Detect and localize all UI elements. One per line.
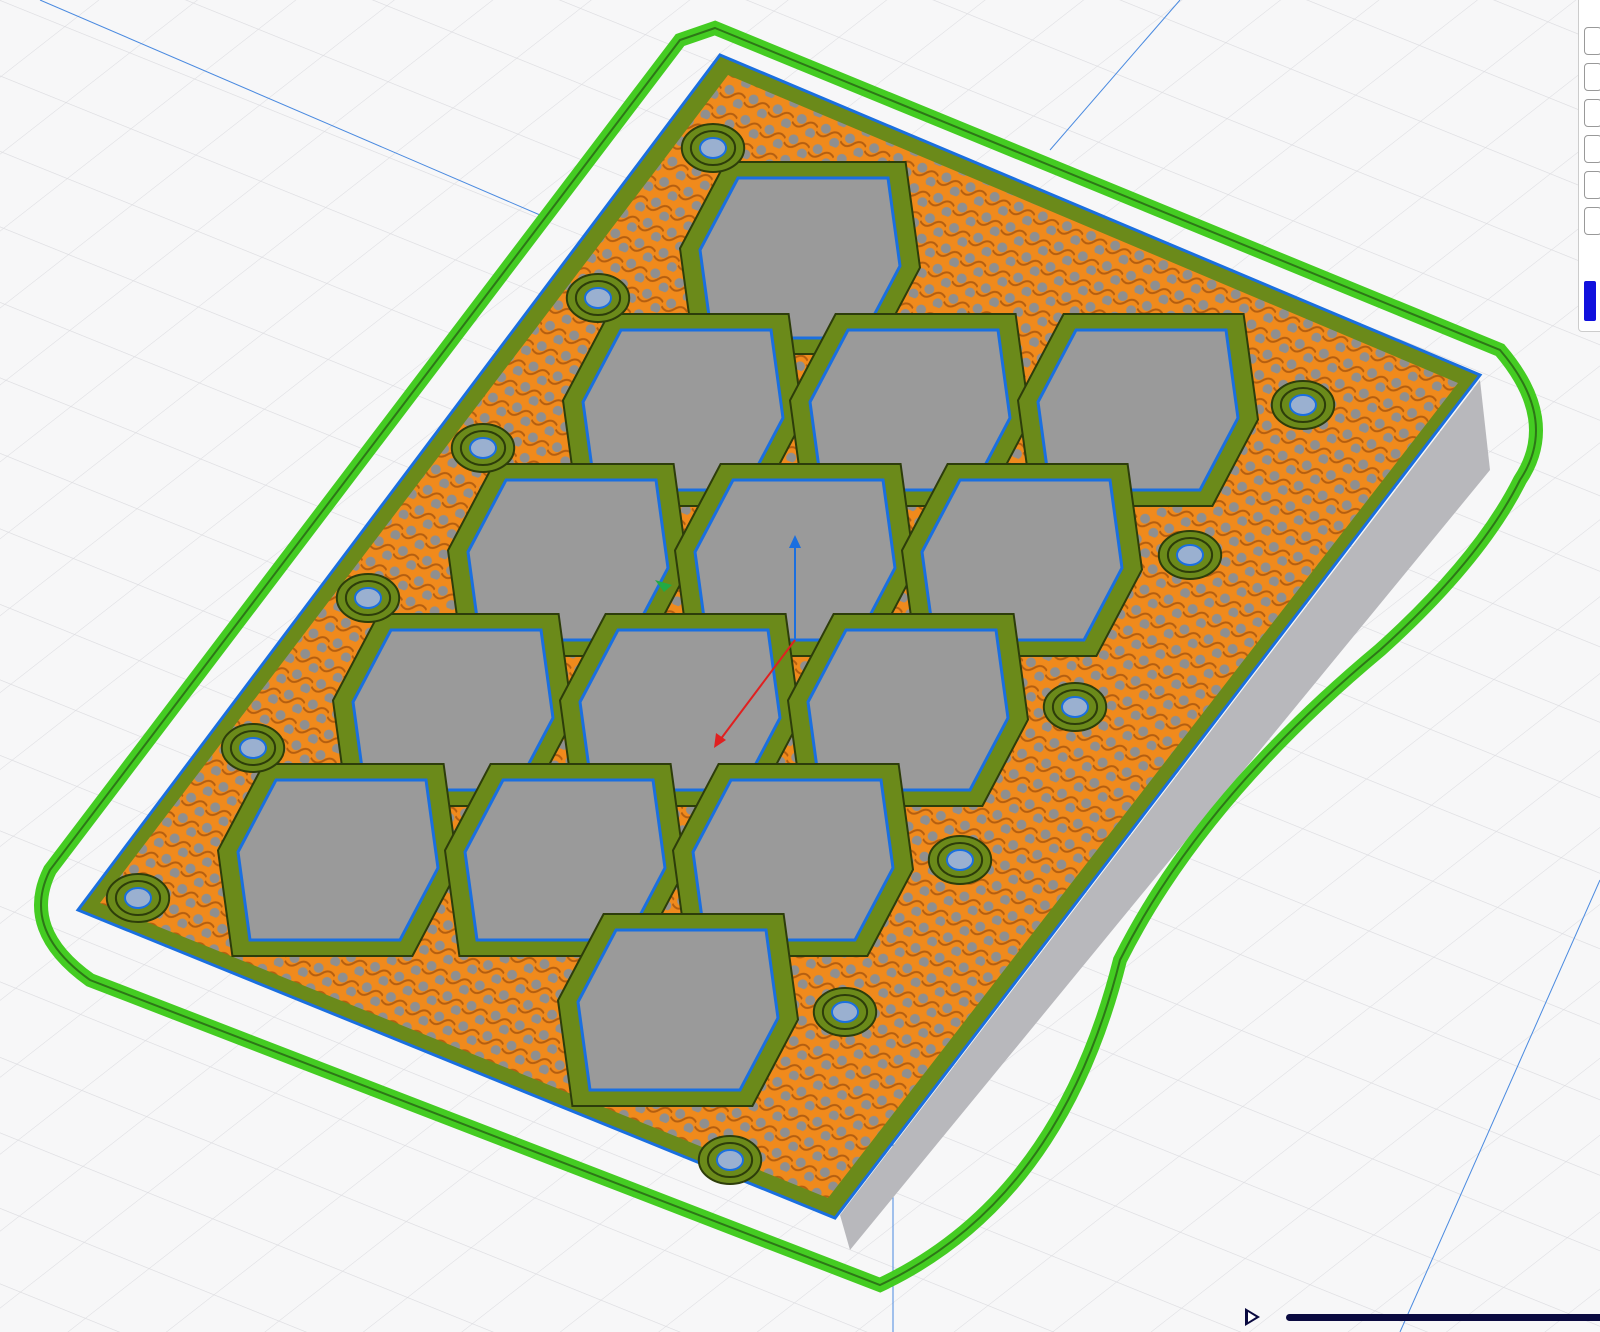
checkbox[interactable] [1584,135,1600,163]
checkbox[interactable] [1584,27,1600,55]
side-panel [1578,0,1600,332]
screw-boss [124,887,152,909]
screw-boss [239,737,267,759]
screw-boss [699,137,727,159]
screw-boss [469,437,497,459]
hex-hole [576,928,780,1092]
screw-boss [354,587,382,609]
screw-boss [946,849,974,871]
screw-boss [1176,544,1204,566]
panel-button[interactable] [1584,281,1596,321]
screw-boss [831,1001,859,1023]
screw-boss [716,1149,744,1171]
checkbox[interactable] [1584,207,1600,235]
3d-viewport[interactable] [0,0,1600,1332]
screw-boss [1061,696,1089,718]
screw-boss [1289,394,1317,416]
checkbox[interactable] [1584,63,1600,91]
screw-boss [584,287,612,309]
checkbox[interactable] [1584,171,1600,199]
play-icon[interactable] [1245,1308,1260,1326]
hex-hole [236,778,440,942]
checkbox[interactable] [1584,99,1600,127]
layer-progress-slider[interactable] [1286,1314,1600,1321]
